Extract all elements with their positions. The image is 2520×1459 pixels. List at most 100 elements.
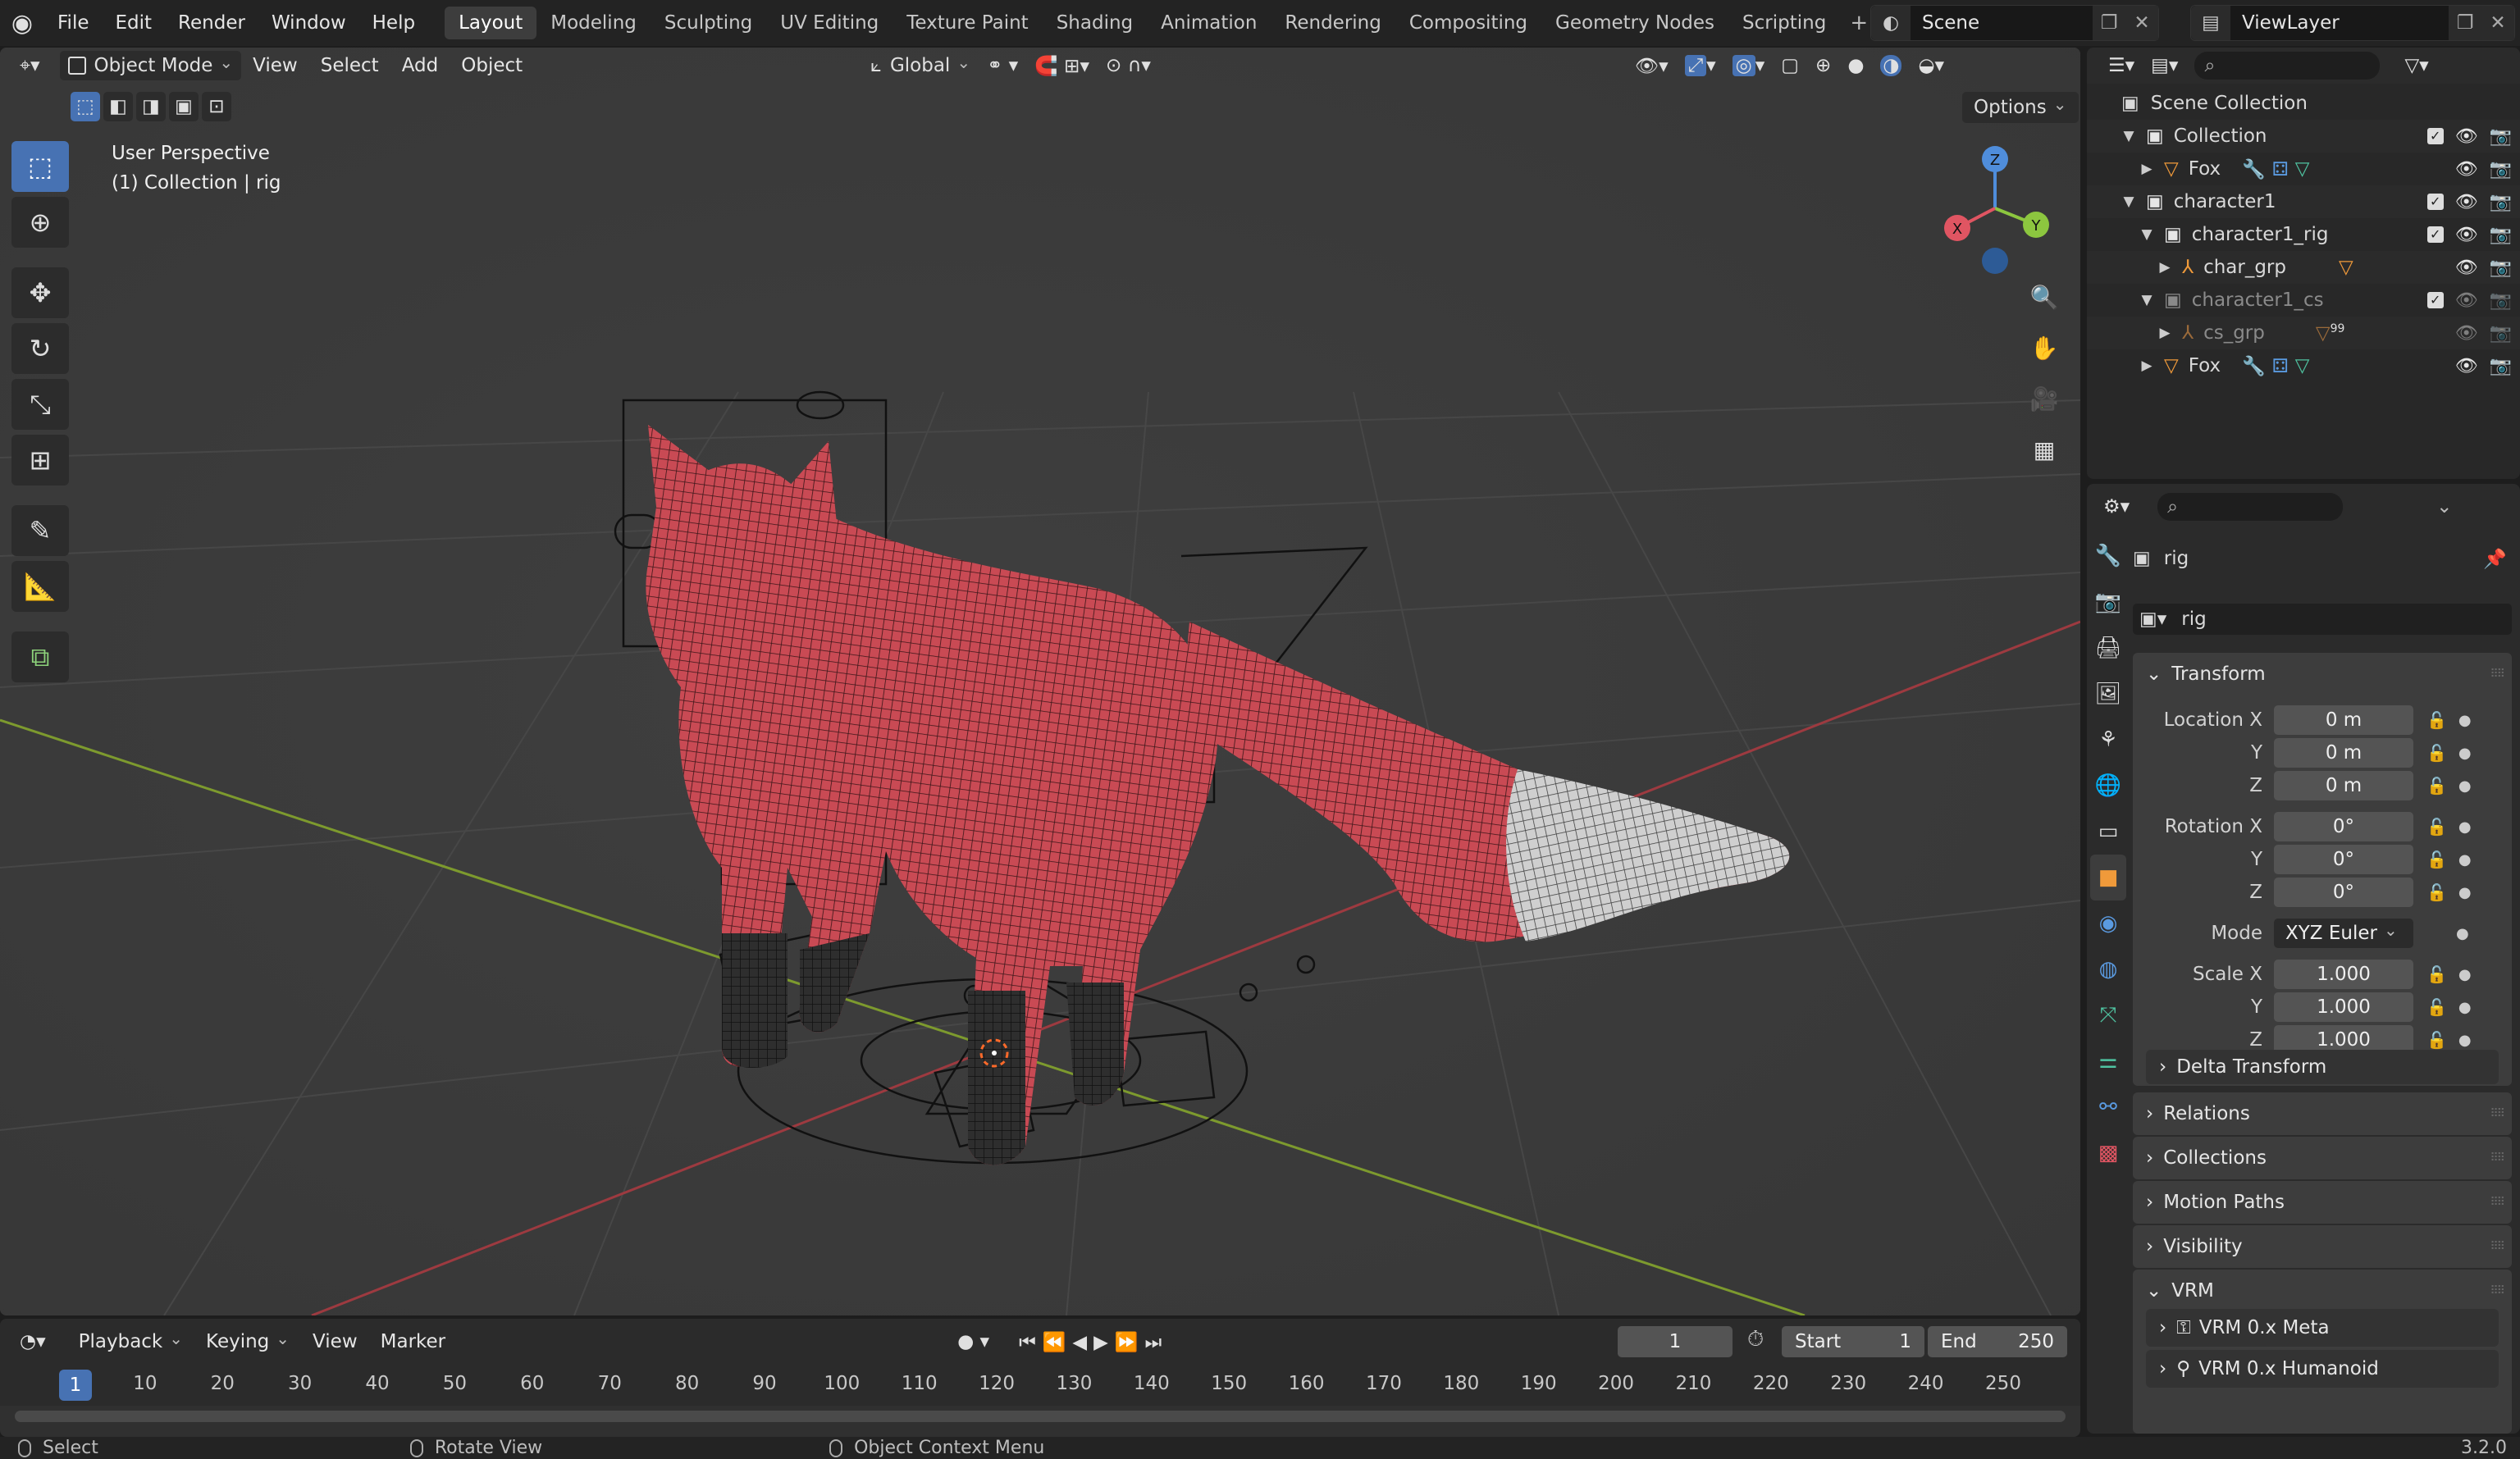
timeline-view-menu[interactable]: View: [301, 1331, 369, 1352]
keying-menu[interactable]: Keying: [194, 1331, 301, 1352]
motion-paths-panel[interactable]: › Motion Paths ⠿⠿: [2133, 1181, 2512, 1224]
current-frame-field[interactable]: 1: [1618, 1326, 1732, 1357]
xray-toggle[interactable]: ▢: [1773, 51, 1807, 80]
shading-solid-icon[interactable]: ●: [1839, 51, 1872, 80]
outliner[interactable]: ☰▾ ▤▾ ⌕ ▽▾ ▣ Scene Collection ▼ ▣ Collectio…: [2087, 48, 2520, 479]
expand-toggle-icon[interactable]: ▼: [2138, 226, 2156, 243]
scale-tool-icon[interactable]: ⤡: [11, 379, 69, 430]
rotation-mode-dropdown[interactable]: XYZ Euler: [2274, 919, 2413, 948]
lock-icon[interactable]: 🔓: [2426, 743, 2447, 763]
eye-icon[interactable]: 👁: [2455, 356, 2478, 376]
lock-icon[interactable]: 🔓: [2426, 850, 2447, 869]
relations-panel[interactable]: › Relations ⠿⠿: [2133, 1092, 2512, 1135]
expand-toggle-icon[interactable]: ▼: [2120, 128, 2138, 144]
tool-tab-icon[interactable]: 🔧: [2090, 533, 2126, 579]
move-tool-icon[interactable]: ✥: [11, 267, 69, 318]
shading-wireframe-icon[interactable]: ⊕: [1807, 51, 1839, 80]
object-browse-icon[interactable]: ▣▾: [2133, 609, 2173, 630]
camera-icon[interactable]: 📷: [2490, 126, 2512, 147]
child-object-icon[interactable]: ▽: [2339, 257, 2353, 278]
constraints-tab-icon[interactable]: ⤧: [2090, 992, 2126, 1038]
vrm-panel-header[interactable]: ⌄ VRM ⠿⠿: [2133, 1270, 2512, 1312]
camera-icon[interactable]: 📷: [2490, 225, 2512, 245]
measure-tool-icon[interactable]: 📐: [11, 561, 69, 612]
mode-dropdown[interactable]: Object Mode: [59, 51, 242, 80]
camera-icon[interactable]: 📷: [2490, 192, 2512, 212]
exclude-checkbox[interactable]: ✓: [2426, 226, 2444, 243]
outliner-row[interactable]: ▶ ▽ Fox 🔧⚃ ▽ 👁 📷: [2087, 153, 2520, 185]
keyframe-dot-icon[interactable]: ●: [2458, 1032, 2472, 1049]
rotation-x-field[interactable]: 0°: [2274, 812, 2413, 841]
camera-view-icon[interactable]: 🎥: [2023, 377, 2066, 420]
vrm-humanoid-subpanel[interactable]: › ⚲ VRM 0.x Humanoid: [2146, 1350, 2499, 1388]
menu-render[interactable]: Render: [165, 0, 258, 46]
scene-collection-row[interactable]: ▣ Scene Collection: [2087, 87, 2520, 120]
lock-icon[interactable]: 🔓: [2426, 817, 2447, 837]
child-objects-icon[interactable]: ▽99: [2316, 322, 2345, 344]
menu-file[interactable]: File: [44, 0, 103, 46]
expand-toggle-icon[interactable]: ▶: [2138, 358, 2156, 374]
lock-icon[interactable]: 🔓: [2426, 710, 2447, 730]
data-tab-icon[interactable]: ⚌: [2090, 1038, 2126, 1084]
mesh-data-icon[interactable]: ▽: [2295, 355, 2310, 376]
lock-icon[interactable]: 🔓: [2426, 964, 2447, 984]
select-subtract-icon[interactable]: ◨: [136, 92, 166, 121]
outliner-editor-type-icon[interactable]: ☰▾: [2100, 51, 2143, 80]
delete-scene-icon[interactable]: ✕: [2125, 6, 2158, 40]
keyframe-dot-icon[interactable]: ●: [2458, 777, 2472, 795]
scene-selector[interactable]: ◐ Scene ❐ ✕: [1870, 5, 2159, 41]
world-tab-icon[interactable]: 🌐: [2090, 763, 2126, 809]
record-keyframe-icon[interactable]: ● ▾: [949, 1327, 998, 1356]
scale-x-field[interactable]: 1.000: [2274, 960, 2413, 989]
orientation-dropdown[interactable]: ⟀ Global: [862, 51, 979, 80]
3d-viewport[interactable]: ⌖▾ Object Mode View Select Add Object ⟀G…: [0, 48, 2080, 1315]
add-cube-tool-icon[interactable]: ⧉: [11, 631, 69, 682]
rotation-y-field[interactable]: 0°: [2274, 845, 2413, 874]
tab-scripting[interactable]: Scripting: [1728, 7, 1840, 39]
object-tab-icon[interactable]: ■: [2090, 855, 2126, 900]
visibility-dropdown[interactable]: 👁▾: [1627, 51, 1677, 80]
eye-icon[interactable]: 👁: [2455, 126, 2478, 147]
frame-ruler[interactable]: 1 10 20 30 40 50 60 70 80 90 100 110 120 130 140 150 16…: [0, 1365, 2080, 1406]
eye-icon[interactable]: 👁: [2455, 225, 2478, 245]
modifier-icons[interactable]: 🔧⚃: [2242, 355, 2295, 377]
pivot-dropdown[interactable]: ⚭ ▾: [979, 51, 1026, 80]
options-dropdown[interactable]: Options: [1962, 92, 2079, 123]
proportional-edit-toggle[interactable]: ⊙ ∩▾: [1098, 51, 1159, 80]
expand-toggle-icon[interactable]: ▼: [2120, 194, 2138, 210]
outliner-row[interactable]: ▶ ▽ Fox 🔧⚃ ▽ 👁 📷: [2087, 349, 2520, 382]
modifier-icons[interactable]: 🔧⚃: [2242, 158, 2295, 180]
keyframe-dot-icon[interactable]: ●: [2458, 712, 2472, 729]
lock-icon[interactable]: 🔓: [2426, 1030, 2447, 1050]
bone-tab-icon[interactable]: ⚯: [2090, 1084, 2126, 1130]
scene-name[interactable]: Scene: [1911, 12, 2093, 34]
outliner-row[interactable]: ▶ ⅄ char_grp ▽ 👁 📷: [2087, 251, 2520, 284]
view-layer-name[interactable]: ViewLayer: [2230, 12, 2449, 34]
visibility-panel[interactable]: › Visibility ⠿⠿: [2133, 1225, 2512, 1268]
camera-icon[interactable]: 📷: [2490, 159, 2512, 180]
keyframe-dot-icon[interactable]: ●: [2458, 745, 2472, 762]
shading-material-icon[interactable]: ◑: [1872, 51, 1910, 80]
scale-y-field[interactable]: 1.000: [2274, 992, 2413, 1022]
end-frame-field[interactable]: End 250: [1928, 1326, 2067, 1357]
exclude-checkbox[interactable]: ✓: [2426, 128, 2444, 144]
modifier-tab-icon[interactable]: ◉: [2090, 900, 2126, 946]
shading-rendered-icon[interactable]: ◒▾: [1910, 51, 1952, 80]
viewport-menu-add[interactable]: Add: [390, 55, 450, 76]
editor-type-icon[interactable]: ⌖▾: [11, 51, 48, 80]
rotate-tool-icon[interactable]: ↻: [11, 323, 69, 374]
transform-tool-icon[interactable]: ⊞: [11, 435, 69, 486]
view-layer-selector[interactable]: ▤ ViewLayer ❐ ✕: [2190, 5, 2515, 41]
zoom-icon[interactable]: 🔍: [2023, 276, 2066, 318]
tab-texture-paint[interactable]: Texture Paint: [892, 7, 1042, 39]
viewport-menu-select[interactable]: Select: [309, 55, 390, 76]
lock-icon[interactable]: 🔓: [2426, 882, 2447, 902]
start-frame-field[interactable]: Start 1: [1782, 1326, 1924, 1357]
vrm-meta-subpanel[interactable]: › ⚿ VRM 0.x Meta: [2146, 1309, 2499, 1347]
snap-toggle[interactable]: 🧲 ⊞▾: [1026, 51, 1098, 80]
select-extend-icon[interactable]: ◧: [103, 92, 133, 121]
location-x-field[interactable]: 0 m: [2274, 705, 2413, 735]
keyframe-dot-icon[interactable]: ●: [2458, 884, 2472, 901]
keyframe-dot-icon[interactable]: ●: [2458, 851, 2472, 869]
exclude-checkbox[interactable]: ✓: [2426, 194, 2444, 210]
